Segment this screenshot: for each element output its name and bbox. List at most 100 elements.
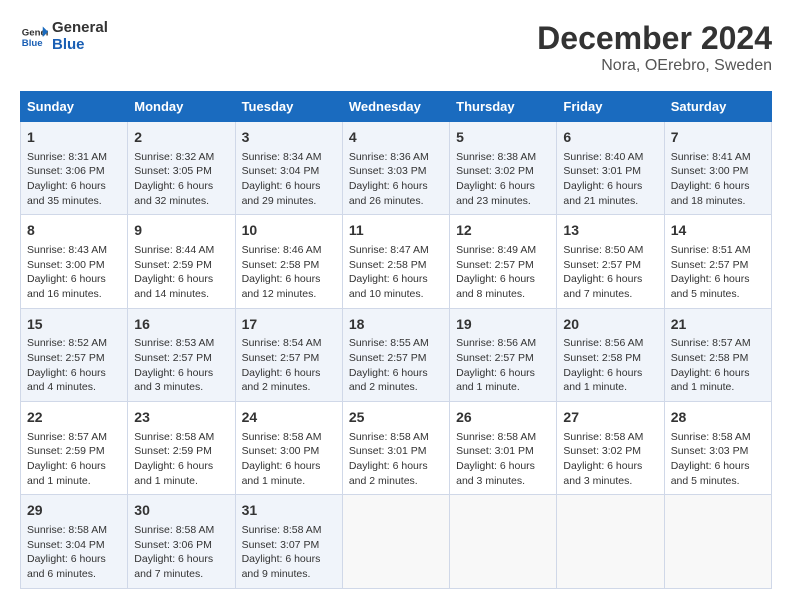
day-cell: 30Sunrise: 8:58 AMSunset: 3:06 PMDayligh… — [128, 495, 235, 588]
day-info-line: Daylight: 6 hours — [349, 179, 443, 194]
day-cell: 18Sunrise: 8:55 AMSunset: 2:57 PMDayligh… — [342, 308, 449, 401]
day-info-line: Sunrise: 8:58 AM — [456, 430, 550, 445]
week-row-3: 22Sunrise: 8:57 AMSunset: 2:59 PMDayligh… — [21, 402, 772, 495]
day-cell: 12Sunrise: 8:49 AMSunset: 2:57 PMDayligh… — [450, 215, 557, 308]
day-info-line: Sunrise: 8:52 AM — [27, 336, 121, 351]
day-info-line: Daylight: 6 hours — [242, 272, 336, 287]
day-cell: 1Sunrise: 8:31 AMSunset: 3:06 PMDaylight… — [21, 122, 128, 215]
day-cell: 28Sunrise: 8:58 AMSunset: 3:03 PMDayligh… — [664, 402, 771, 495]
day-info-line: Sunset: 3:05 PM — [134, 164, 228, 179]
header-friday: Friday — [557, 92, 664, 122]
day-cell: 16Sunrise: 8:53 AMSunset: 2:57 PMDayligh… — [128, 308, 235, 401]
day-number: 1 — [27, 128, 121, 148]
day-info-line: Sunrise: 8:58 AM — [134, 430, 228, 445]
day-cell — [450, 495, 557, 588]
day-cell: 10Sunrise: 8:46 AMSunset: 2:58 PMDayligh… — [235, 215, 342, 308]
day-info-line: Sunset: 2:58 PM — [242, 258, 336, 273]
day-info-line: Sunset: 2:57 PM — [27, 351, 121, 366]
day-info-line: Sunset: 2:57 PM — [563, 258, 657, 273]
day-info-line: Daylight: 6 hours — [563, 459, 657, 474]
day-info-line: and 2 minutes. — [242, 380, 336, 395]
day-info-line: Sunset: 3:07 PM — [242, 538, 336, 553]
day-info-line: Sunset: 2:57 PM — [134, 351, 228, 366]
header-monday: Monday — [128, 92, 235, 122]
day-number: 22 — [27, 408, 121, 428]
day-info-line: Daylight: 6 hours — [27, 272, 121, 287]
day-info-line: Daylight: 6 hours — [134, 459, 228, 474]
day-info-line: Sunrise: 8:54 AM — [242, 336, 336, 351]
day-info-line: and 26 minutes. — [349, 194, 443, 209]
day-info-line: Daylight: 6 hours — [27, 179, 121, 194]
day-cell: 11Sunrise: 8:47 AMSunset: 2:58 PMDayligh… — [342, 215, 449, 308]
day-cell: 14Sunrise: 8:51 AMSunset: 2:57 PMDayligh… — [664, 215, 771, 308]
day-cell — [664, 495, 771, 588]
day-number: 15 — [27, 315, 121, 335]
day-info-line: Sunrise: 8:57 AM — [27, 430, 121, 445]
day-info-line: Daylight: 6 hours — [349, 272, 443, 287]
header-saturday: Saturday — [664, 92, 771, 122]
day-info-line: and 4 minutes. — [27, 380, 121, 395]
day-cell: 13Sunrise: 8:50 AMSunset: 2:57 PMDayligh… — [557, 215, 664, 308]
day-info-line: Daylight: 6 hours — [349, 366, 443, 381]
day-number: 25 — [349, 408, 443, 428]
day-number: 23 — [134, 408, 228, 428]
day-info-line: Sunrise: 8:58 AM — [242, 523, 336, 538]
day-cell: 9Sunrise: 8:44 AMSunset: 2:59 PMDaylight… — [128, 215, 235, 308]
day-info-line: Sunrise: 8:40 AM — [563, 150, 657, 165]
day-info-line: Sunrise: 8:58 AM — [563, 430, 657, 445]
day-info-line: Daylight: 6 hours — [456, 366, 550, 381]
day-info-line: and 3 minutes. — [456, 474, 550, 489]
day-info-line: and 1 minute. — [563, 380, 657, 395]
day-info-line: and 12 minutes. — [242, 287, 336, 302]
day-number: 14 — [671, 221, 765, 241]
day-info-line: Daylight: 6 hours — [134, 272, 228, 287]
day-number: 24 — [242, 408, 336, 428]
day-info-line: and 16 minutes. — [27, 287, 121, 302]
day-number: 11 — [349, 221, 443, 241]
day-info-line: and 14 minutes. — [134, 287, 228, 302]
day-number: 12 — [456, 221, 550, 241]
day-cell: 6Sunrise: 8:40 AMSunset: 3:01 PMDaylight… — [557, 122, 664, 215]
day-info-line: and 32 minutes. — [134, 194, 228, 209]
day-info-line: Sunset: 2:58 PM — [349, 258, 443, 273]
day-info-line: Sunrise: 8:58 AM — [134, 523, 228, 538]
day-info-line: Daylight: 6 hours — [242, 366, 336, 381]
day-info-line: Daylight: 6 hours — [242, 179, 336, 194]
day-info-line: Daylight: 6 hours — [134, 179, 228, 194]
day-info-line: Daylight: 6 hours — [671, 366, 765, 381]
logo-line1: General — [52, 20, 108, 37]
day-cell: 20Sunrise: 8:56 AMSunset: 2:58 PMDayligh… — [557, 308, 664, 401]
day-info-line: and 7 minutes. — [134, 567, 228, 582]
day-info-line: Daylight: 6 hours — [456, 272, 550, 287]
calendar-table: SundayMondayTuesdayWednesdayThursdayFrid… — [20, 91, 772, 589]
day-info-line: Sunrise: 8:31 AM — [27, 150, 121, 165]
logo-icon: General Blue — [20, 23, 48, 51]
day-info-line: Sunrise: 8:58 AM — [349, 430, 443, 445]
subtitle: Nora, OErebro, Sweden — [537, 57, 772, 75]
day-cell: 8Sunrise: 8:43 AMSunset: 3:00 PMDaylight… — [21, 215, 128, 308]
day-cell: 3Sunrise: 8:34 AMSunset: 3:04 PMDaylight… — [235, 122, 342, 215]
day-info-line: Sunset: 3:02 PM — [456, 164, 550, 179]
day-cell: 7Sunrise: 8:41 AMSunset: 3:00 PMDaylight… — [664, 122, 771, 215]
day-info-line: Sunrise: 8:41 AM — [671, 150, 765, 165]
day-info-line: Sunrise: 8:34 AM — [242, 150, 336, 165]
day-info-line: Sunrise: 8:38 AM — [456, 150, 550, 165]
day-info-line: Daylight: 6 hours — [671, 459, 765, 474]
day-cell: 15Sunrise: 8:52 AMSunset: 2:57 PMDayligh… — [21, 308, 128, 401]
day-info-line: Sunset: 2:58 PM — [671, 351, 765, 366]
day-info-line: Sunset: 2:57 PM — [456, 258, 550, 273]
day-info-line: and 18 minutes. — [671, 194, 765, 209]
day-info-line: Sunset: 3:00 PM — [671, 164, 765, 179]
day-info-line: Daylight: 6 hours — [27, 552, 121, 567]
day-info-line: Sunset: 2:57 PM — [349, 351, 443, 366]
day-number: 13 — [563, 221, 657, 241]
day-info-line: Sunset: 3:01 PM — [563, 164, 657, 179]
day-info-line: Sunrise: 8:55 AM — [349, 336, 443, 351]
day-cell — [342, 495, 449, 588]
day-number: 17 — [242, 315, 336, 335]
logo: General Blue General Blue — [20, 20, 108, 53]
svg-text:Blue: Blue — [22, 37, 43, 48]
day-number: 28 — [671, 408, 765, 428]
week-row-2: 15Sunrise: 8:52 AMSunset: 2:57 PMDayligh… — [21, 308, 772, 401]
week-row-4: 29Sunrise: 8:58 AMSunset: 3:04 PMDayligh… — [21, 495, 772, 588]
